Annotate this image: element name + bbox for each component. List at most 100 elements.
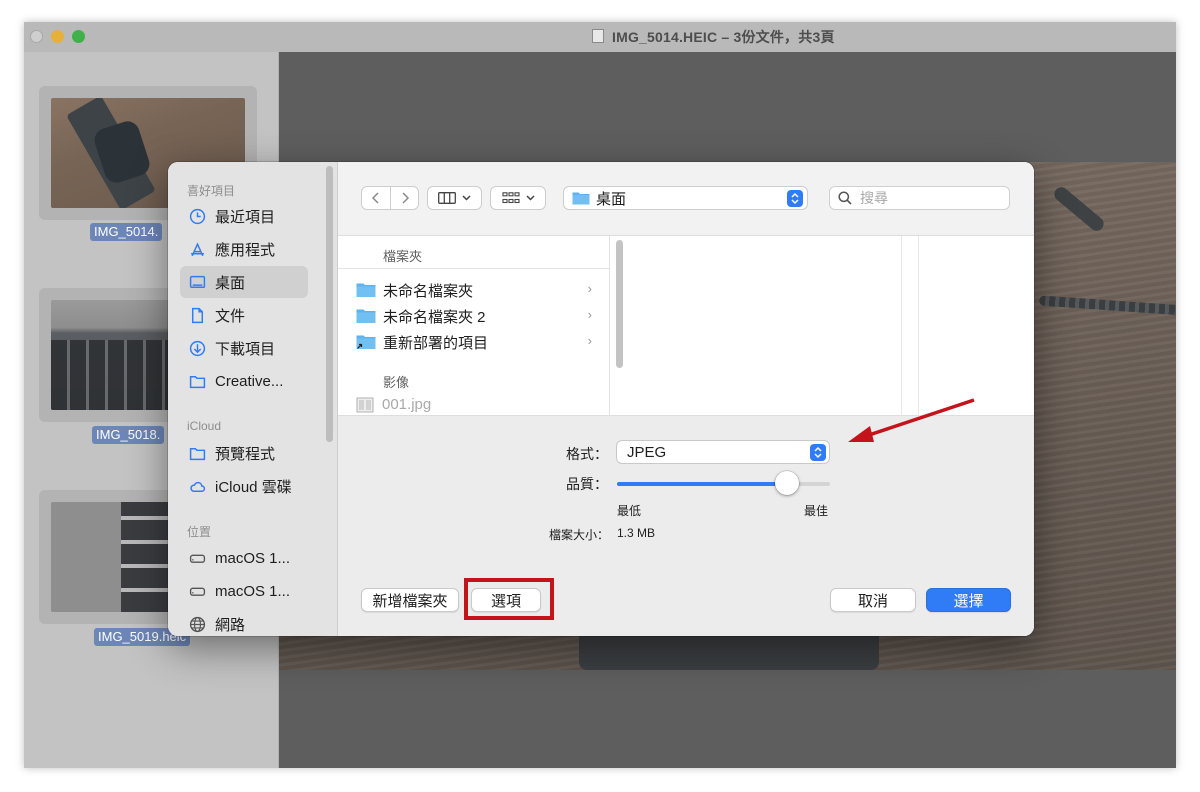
chevron-right-icon: › bbox=[587, 307, 592, 322]
sidebar-section-locations: 位置 bbox=[187, 525, 212, 539]
close-window-button[interactable] bbox=[30, 30, 43, 43]
sidebar-scrollbar[interactable] bbox=[326, 166, 333, 442]
clock-icon bbox=[188, 207, 206, 225]
chevron-right-icon: › bbox=[587, 281, 592, 296]
group-button[interactable] bbox=[490, 186, 546, 210]
sidebar-item-label: macOS 1... bbox=[215, 582, 291, 600]
alias-folder-icon bbox=[356, 335, 376, 349]
sidebar-item-documents[interactable]: 文件 bbox=[180, 299, 308, 331]
download-icon bbox=[188, 339, 206, 357]
location-popup[interactable]: 桌面 bbox=[563, 186, 808, 210]
minimize-window-button[interactable] bbox=[51, 30, 64, 43]
apps-icon bbox=[188, 240, 206, 258]
folder-name: 未命名檔案夾 2 bbox=[383, 308, 486, 326]
forward-button[interactable] bbox=[390, 186, 419, 210]
folder-name: 未命名檔案夾 bbox=[383, 282, 474, 300]
desktop-folder-icon bbox=[572, 192, 590, 205]
back-button[interactable] bbox=[361, 186, 391, 210]
zoom-window-button[interactable] bbox=[72, 30, 85, 43]
sidebar-item-creative[interactable]: Creative... bbox=[180, 365, 308, 397]
sidebar-item-desktop[interactable]: 桌面 bbox=[180, 266, 308, 298]
folder-icon bbox=[188, 444, 206, 462]
new-folder-button[interactable]: 新增檔案夾 bbox=[361, 588, 459, 612]
thumbnail-label[interactable]: IMG_5018. bbox=[92, 426, 165, 444]
image-file-row: 001.jpg bbox=[356, 396, 431, 413]
sidebar-item-icloud-drive[interactable]: iCloud 雲碟 bbox=[180, 470, 308, 502]
folder-row[interactable]: 重新部署的項目 › bbox=[356, 329, 610, 355]
dialog-toolbar: 桌面 搜尋 bbox=[338, 162, 1034, 236]
image-file-icon bbox=[356, 397, 374, 412]
browser-column bbox=[918, 236, 1034, 416]
updown-stepper-icon bbox=[810, 444, 826, 461]
search-field[interactable]: 搜尋 bbox=[829, 186, 1010, 210]
grid-icon bbox=[501, 192, 520, 204]
thumbnail-label[interactable]: IMG_5014. bbox=[90, 223, 163, 241]
sidebar-item-preview[interactable]: 預覽程式 bbox=[180, 437, 308, 469]
section-header-images: 影像 bbox=[383, 375, 410, 390]
sidebar-section-icloud: iCloud bbox=[187, 419, 222, 433]
quality-slider-knob[interactable] bbox=[775, 471, 800, 495]
sidebar-item-label: 網路 bbox=[215, 616, 246, 634]
columns-view-icon bbox=[438, 192, 456, 204]
file-browser: 檔案夾 未命名檔案夾 › 未命名檔案夾 2 › 重新部署的項目 › 影像 001… bbox=[338, 236, 1034, 416]
image-file-name: 001.jpg bbox=[382, 396, 432, 413]
sidebar-item-disk-2[interactable]: macOS 1... bbox=[180, 575, 308, 607]
column-scrollbar[interactable] bbox=[616, 240, 623, 368]
globe-icon bbox=[188, 615, 206, 633]
window-title: IMG_5014.HEIC – 3份文件，共3頁 bbox=[612, 29, 835, 45]
section-header-folders: 檔案夾 bbox=[338, 236, 610, 269]
quality-slider-fill bbox=[617, 482, 788, 486]
updown-stepper-icon bbox=[787, 190, 803, 207]
sidebar-item-label: 應用程式 bbox=[215, 241, 276, 259]
location-label: 桌面 bbox=[596, 190, 627, 208]
sidebar-item-label: 預覽程式 bbox=[215, 445, 276, 463]
filesize-label: 檔案大小： bbox=[548, 528, 609, 542]
folder-icon bbox=[188, 372, 206, 390]
document-icon bbox=[188, 306, 206, 324]
browser-column: 檔案夾 未命名檔案夾 › 未命名檔案夾 2 › 重新部署的項目 › 影像 001… bbox=[338, 236, 623, 416]
view-mode-button[interactable] bbox=[427, 186, 482, 210]
cancel-button[interactable]: 取消 bbox=[830, 588, 916, 612]
highlight-box-annotation bbox=[464, 578, 554, 620]
sidebar-item-label: 桌面 bbox=[215, 274, 246, 292]
sidebar-item-label: macOS 1... bbox=[215, 549, 291, 567]
quality-min-label: 最低 bbox=[617, 504, 642, 518]
disk-icon bbox=[188, 549, 206, 567]
chevron-down-icon bbox=[525, 195, 535, 201]
sidebar-section-favorites: 喜好項目 bbox=[187, 184, 236, 198]
sidebar-item-label: Creative... bbox=[215, 372, 284, 390]
sidebar-item-downloads[interactable]: 下載項目 bbox=[180, 332, 308, 364]
chevron-down-icon bbox=[462, 195, 471, 201]
arrow-annotation-icon bbox=[848, 398, 975, 442]
folder-row[interactable]: 未命名檔案夾 2 › bbox=[356, 303, 610, 329]
folder-icon bbox=[356, 309, 376, 323]
format-value: JPEG bbox=[627, 444, 667, 461]
sidebar-item-applications[interactable]: 應用程式 bbox=[180, 233, 308, 265]
sidebar-item-network[interactable]: 網路 bbox=[180, 608, 308, 636]
sidebar-item-label: 下載項目 bbox=[215, 340, 276, 358]
cloud-icon bbox=[188, 477, 206, 495]
sidebar-item-recents[interactable]: 最近項目 bbox=[180, 200, 308, 232]
folder-icon bbox=[356, 283, 376, 297]
folder-row[interactable]: 未命名檔案夾 › bbox=[356, 277, 610, 303]
browser-column bbox=[628, 236, 902, 416]
filesize-value: 1.3 MB bbox=[617, 526, 656, 540]
quality-label: 品質： bbox=[566, 476, 608, 492]
search-placeholder: 搜尋 bbox=[860, 190, 888, 206]
sidebar-item-disk-1[interactable]: macOS 1... bbox=[180, 542, 308, 574]
desktop-icon bbox=[188, 273, 206, 291]
sidebar-item-label: 最近項目 bbox=[215, 208, 276, 226]
sidebar-item-label: 文件 bbox=[215, 307, 246, 325]
chevron-right-icon bbox=[401, 192, 409, 204]
sidebar-item-label: iCloud 雲碟 bbox=[215, 478, 292, 496]
format-select[interactable]: JPEG bbox=[616, 440, 830, 464]
dialog-sidebar: 喜好項目 最近項目 應用程式 桌面 文件 下載項目 Creative... iC… bbox=[168, 162, 338, 636]
folder-name: 重新部署的項目 bbox=[383, 334, 489, 352]
quality-max-label: 最佳 bbox=[804, 504, 829, 518]
window-titlebar: IMG_5014.HEIC – 3份文件，共3頁 bbox=[24, 22, 1176, 52]
search-icon bbox=[838, 191, 852, 205]
chevron-left-icon bbox=[371, 192, 379, 204]
document-proxy-icon[interactable] bbox=[592, 29, 604, 43]
choose-button[interactable]: 選擇 bbox=[926, 588, 1011, 612]
disk-icon bbox=[188, 582, 206, 600]
